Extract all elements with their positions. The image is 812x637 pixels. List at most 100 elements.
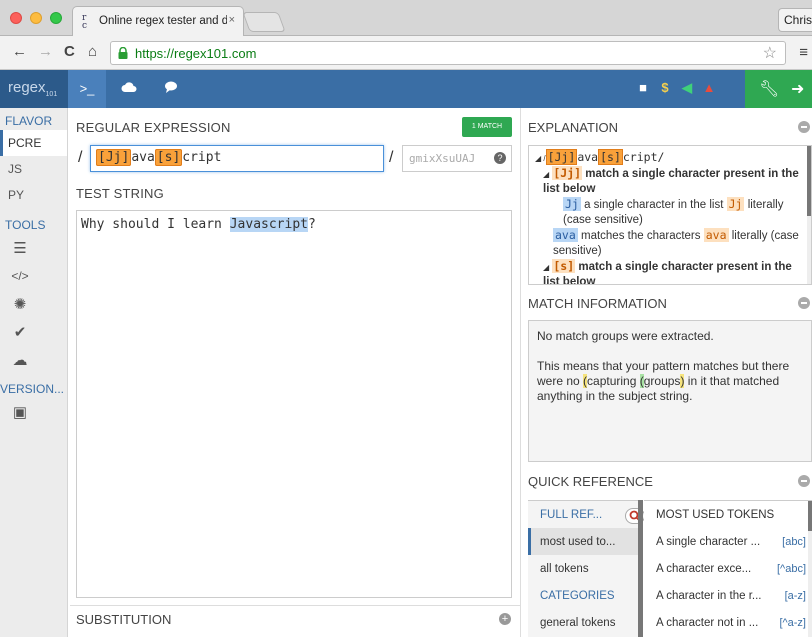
new-tab-button[interactable] [242, 12, 286, 32]
explain-token: [s] [598, 149, 623, 165]
test-string-textarea[interactable]: Why should I learn Javascript? [76, 210, 512, 598]
sponsor-icon[interactable]: ■ [632, 80, 654, 95]
qr-item-general-tokens[interactable]: general tokens [528, 609, 638, 636]
qr-item-all-tokens[interactable]: all tokens [528, 555, 638, 582]
tab-library[interactable] [110, 70, 148, 108]
divider [70, 605, 520, 606]
flavor-py[interactable]: PY [0, 182, 67, 208]
tab-chat[interactable] [152, 70, 190, 108]
flags-placeholder: gmixXsuUAJ [409, 152, 476, 165]
explanation-scrollbar[interactable] [807, 146, 811, 284]
browser-menu-icon[interactable]: ≡ [799, 44, 808, 61]
address-bar[interactable]: https://regex101.com ☆ [110, 41, 786, 65]
expand-plus-icon[interactable]: + [499, 613, 511, 625]
profile-button[interactable]: Chris [778, 8, 812, 32]
expand-triangle-icon[interactable]: ◢ [543, 263, 549, 272]
panel-divider[interactable] [520, 108, 521, 637]
flavor-title: FLAVOR [5, 114, 53, 128]
explain-line: Jj a single character in the list Jj lit… [535, 197, 799, 228]
expand-triangle-icon[interactable]: ◢ / [535, 154, 546, 163]
code-icon[interactable]: </> [0, 262, 40, 290]
explain-text: a single character in the list [584, 199, 724, 211]
token-code: [abc] [782, 536, 806, 548]
substitution-heading[interactable]: SUBSTITUTION [76, 612, 171, 627]
token-row[interactable]: A character in the r... [a-z] [644, 582, 812, 609]
expand-triangle-icon[interactable]: ◢ [543, 170, 549, 179]
regex-literal: ava [131, 150, 155, 165]
token-code: [^abc] [776, 563, 806, 575]
donate-icon[interactable]: $ [654, 80, 676, 95]
collapse-match-info-icon[interactable] [798, 297, 810, 309]
cloud-icon [121, 82, 137, 92]
maximize-window-button[interactable] [50, 12, 62, 24]
token-desc: A character in the r... [656, 590, 762, 602]
quick-ref-tokens: MOST USED TOKENS A single character ... [… [644, 500, 812, 637]
explain-token: ava [703, 228, 729, 242]
check-icon[interactable]: ✔ [0, 318, 40, 346]
explain-token: [Jj] [552, 166, 583, 180]
collapse-explanation-icon[interactable] [798, 121, 810, 133]
qr-item-most-used[interactable]: most used to... [528, 528, 638, 555]
match-count-badge: 1 MATCH [462, 117, 512, 137]
categories-title: CATEGORIES [540, 590, 615, 602]
app-header: regex101 >_ ■ $ ◀ ▲ 🔧︎ ➜ [0, 70, 812, 108]
collapse-quick-ref-icon[interactable] [798, 475, 810, 487]
flavor-pcre[interactable]: PCRE [0, 130, 67, 156]
header-action-icons: ■ $ ◀ ▲ [632, 80, 720, 96]
logo-text: regex [8, 79, 46, 96]
regex-input[interactable]: [Jj] ava [s] cript [90, 145, 384, 172]
most-used-title: MOST USED TOKENS [656, 509, 775, 521]
wrench-icon[interactable]: 🔧︎ [759, 79, 779, 99]
explain-line: ◢ / [Jj] ava [s] cript/ [535, 149, 799, 166]
forward-arrow-icon[interactable]: → [38, 43, 53, 60]
explain-token: ava [553, 228, 578, 242]
full-ref-title[interactable]: FULL REF... [528, 501, 638, 528]
regex101-logo[interactable]: regex101 [0, 70, 68, 108]
back-arrow-icon[interactable]: ← [12, 43, 27, 60]
match-info-text: groups [643, 374, 681, 388]
token-code: [a-z] [784, 590, 806, 602]
tokens-scrollbar[interactable] [808, 501, 812, 637]
flags-input[interactable]: gmixXsuUAJ? [402, 145, 512, 172]
tab-regex-editor[interactable]: >_ [68, 70, 106, 108]
regex-heading: REGULAR EXPRESSION [76, 120, 231, 135]
browser-tab[interactable]: rc Online regex tester and de × [72, 6, 244, 36]
sign-in-icon[interactable]: ➜ [791, 79, 804, 99]
share-icon[interactable]: ◀ [676, 80, 698, 96]
token-desc: A single character ... [656, 536, 761, 548]
test-string-heading: TEST STRING [76, 186, 164, 201]
home-icon[interactable]: ⌂ [88, 43, 97, 60]
tab-close-icon[interactable]: × [229, 14, 235, 26]
save-icon[interactable]: ▣ [0, 398, 40, 426]
tools-title: TOOLS [5, 218, 46, 232]
match-info-heading: MATCH INFORMATION [528, 296, 667, 311]
debug-icon[interactable]: ✺ [0, 290, 40, 318]
header-green-area: 🔧︎ ➜ [745, 70, 812, 108]
logo-sub: 101 [45, 91, 58, 98]
regex-literal: cript [182, 150, 222, 165]
bookmark-star-icon[interactable]: ☆ [763, 43, 777, 63]
quick-ref-scrollbar[interactable] [638, 500, 643, 637]
token-row[interactable]: A character not in ... [^a-z] [644, 609, 812, 636]
left-sidebar: FLAVOR PCRE JS PY TOOLS ☰ </> ✺ ✔ ☁ VERS… [0, 108, 68, 637]
explain-line: ◢ [Jj] match a single character present … [535, 166, 799, 197]
token-code: [^a-z] [779, 617, 806, 629]
explain-text: match a single character present in the … [543, 261, 792, 285]
warning-icon[interactable]: ▲ [698, 80, 720, 95]
flavor-js[interactable]: JS [0, 156, 67, 182]
explain-line: ava matches the characters ava literally… [535, 228, 799, 259]
browser-tab-bar: rc Online regex tester and de × Chris [0, 0, 812, 36]
lock-icon [118, 47, 128, 59]
explain-literal: cript/ [622, 150, 665, 164]
tab-title: Online regex tester and de [99, 15, 227, 27]
format-icon[interactable]: ☰ [0, 234, 40, 262]
help-icon[interactable]: ? [494, 152, 506, 164]
version-title: VERSION... [0, 382, 65, 396]
upload-icon[interactable]: ☁ [0, 346, 40, 374]
reload-icon[interactable]: C [64, 43, 75, 60]
close-window-button[interactable] [10, 12, 22, 24]
token-row[interactable]: A character exce... [^abc] [644, 555, 812, 582]
minimize-window-button[interactable] [30, 12, 42, 24]
regex-token: [Jj] [96, 149, 132, 166]
token-row[interactable]: A single character ... [abc] [644, 528, 812, 555]
